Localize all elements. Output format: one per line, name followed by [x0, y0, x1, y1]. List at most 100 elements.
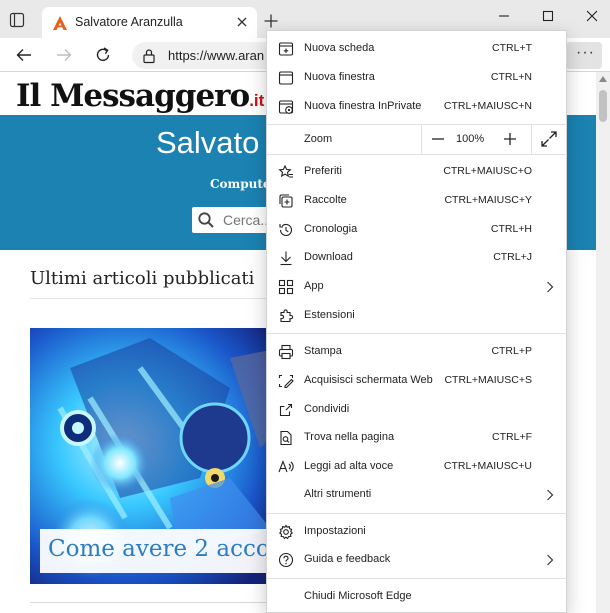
menu-separator — [267, 513, 567, 514]
menu-separator — [267, 154, 567, 155]
search-placeholder: Cerca... — [223, 212, 273, 228]
new-window-icon — [278, 70, 294, 86]
lock-icon[interactable] — [142, 48, 156, 64]
menu-item-print[interactable]: Stampa CTRL+P — [267, 338, 567, 366]
page-scrollbar[interactable] — [596, 72, 610, 613]
menu-item-shortcut: CTRL+F — [492, 431, 532, 443]
menu-item-web-capture[interactable]: Acquisisci schermata Web CTRL+MAIUSC+S — [267, 367, 567, 395]
forward-icon[interactable] — [55, 46, 73, 64]
menu-item-shortcut: CTRL+J — [493, 251, 532, 263]
zoom-in-button[interactable] — [495, 124, 525, 154]
article-title[interactable]: Come avere 2 acco — [48, 536, 270, 562]
menu-item-help-and-feedback[interactable]: Guida e feedback — [267, 546, 567, 574]
logo-text: Il Messaggero — [16, 78, 250, 114]
inprivate-icon — [278, 99, 294, 115]
settings-icon — [278, 524, 294, 540]
new-tab-icon — [278, 41, 294, 57]
menu-item-history[interactable]: Cronologia CTRL+H — [267, 216, 567, 244]
menu-separator — [267, 578, 567, 579]
menu-item-shortcut: CTRL+MAIUSC+O — [443, 165, 532, 177]
menu-item-extensions[interactable]: Estensioni — [267, 302, 567, 330]
heading-divider — [30, 298, 290, 299]
fullscreen-icon[interactable] — [534, 124, 564, 154]
menu-item-label: Chiudi Microsoft Edge — [304, 590, 412, 602]
tab-title: Salvatore Aranzulla — [75, 15, 183, 29]
menu-item-close-edge[interactable]: Chiudi Microsoft Edge — [267, 583, 567, 611]
chevron-right-icon — [546, 554, 554, 566]
site-title[interactable]: Salvato — [156, 125, 259, 161]
menu-item-label: Guida e feedback — [304, 553, 391, 565]
menu-item-label: Trova nella pagina — [304, 431, 395, 443]
zoom-level: 100% — [456, 133, 485, 145]
extensions-icon — [278, 308, 294, 324]
search-icon — [197, 211, 215, 229]
menu-item-new-inprivate-window[interactable]: Nuova finestra InPrivate CTRL+MAIUSC+N — [267, 93, 567, 121]
menu-item-read-aloud[interactable]: Leggi ad alta voce CTRL+MAIUSC+U — [267, 453, 567, 481]
web-capture-icon — [278, 373, 294, 389]
menu-item-shortcut: CTRL+MAIUSC+Y — [444, 194, 532, 206]
history-icon — [278, 222, 294, 238]
menu-item-label: Impostazioni — [304, 525, 366, 537]
settings-and-more-button[interactable]: ··· — [566, 42, 602, 69]
download-icon — [278, 250, 294, 266]
menu-item-shortcut: CTRL+T — [492, 42, 532, 54]
menu-item-favorites[interactable]: Preferiti CTRL+MAIUSC+O — [267, 158, 567, 186]
menu-item-shortcut: CTRL+MAIUSC+N — [443, 100, 532, 112]
menu-item-label: Stampa — [304, 345, 342, 357]
scrollbar-thumb[interactable] — [599, 90, 607, 122]
menu-item-label: Nuova scheda — [304, 42, 375, 54]
apps-icon — [278, 279, 294, 295]
scroll-up-icon[interactable] — [599, 76, 607, 82]
close-tab-icon[interactable] — [235, 15, 249, 29]
menu-item-new-window[interactable]: Nuova finestra CTRL+N — [267, 64, 567, 92]
menu-item-label: Leggi ad alta voce — [304, 460, 394, 472]
refresh-icon[interactable] — [94, 46, 112, 64]
zoom-divider — [421, 124, 422, 154]
menu-item-find-in-page[interactable]: Trova nella pagina CTRL+F — [267, 424, 567, 452]
menu-separator — [267, 333, 567, 334]
collections-icon — [278, 193, 294, 209]
menu-item-label: Raccolte — [304, 194, 347, 206]
menu-item-label: Condividi — [304, 403, 350, 415]
menu-item-label: App — [304, 280, 324, 292]
zoom-divider — [531, 124, 532, 154]
article-divider — [30, 602, 290, 603]
read-aloud-icon — [278, 459, 294, 475]
menu-item-label: Estensioni — [304, 309, 355, 321]
help-icon — [278, 552, 294, 568]
zoom-out-button[interactable] — [423, 124, 453, 154]
minimize-icon[interactable] — [496, 8, 512, 24]
logo-suffix: .it — [249, 91, 265, 110]
menu-item-shortcut: CTRL+H — [490, 223, 532, 235]
menu-item-shortcut: CTRL+MAIUSC+U — [443, 460, 532, 472]
menu-item-label: Download — [304, 251, 353, 263]
favorites-icon — [278, 164, 294, 180]
tab-actions-icon[interactable] — [9, 12, 25, 28]
menu-item-more-tools[interactable]: Altri strumenti — [267, 481, 567, 509]
menu-item-label: Nuova finestra — [304, 71, 375, 83]
maximize-icon[interactable] — [540, 8, 556, 24]
menu-item-apps[interactable]: App — [267, 273, 567, 301]
menu-item-label: Altri strumenti — [304, 488, 372, 500]
close-window-icon[interactable] — [584, 8, 600, 24]
menu-item-shortcut: CTRL+MAIUSC+S — [444, 374, 532, 386]
browser-tab[interactable]: Salvatore Aranzulla — [42, 7, 257, 38]
share-icon — [278, 402, 294, 418]
menu-item-label: Nuova finestra InPrivate — [304, 100, 422, 112]
menu-item-shortcut: CTRL+P — [491, 345, 532, 357]
menu-item-share[interactable]: Condividi — [267, 396, 567, 424]
section-heading: Ultimi articoli pubblicati — [30, 268, 255, 289]
menu-item-collections[interactable]: Raccolte CTRL+MAIUSC+Y — [267, 187, 567, 215]
menu-item-label: Acquisisci schermata Web — [304, 374, 433, 386]
menu-item-new-tab[interactable]: Nuova scheda CTRL+T — [267, 35, 567, 63]
zoom-label: Zoom — [304, 133, 333, 145]
menu-item-shortcut: CTRL+N — [490, 71, 532, 83]
zoom-row: Zoom 100% — [267, 124, 567, 154]
site-favicon-icon — [52, 15, 68, 31]
menu-item-settings[interactable]: Impostazioni — [267, 518, 567, 546]
new-tab-icon[interactable] — [263, 13, 279, 29]
menu-item-downloads[interactable]: Download CTRL+J — [267, 244, 567, 272]
article-title-box[interactable]: Come avere 2 acco — [40, 529, 300, 573]
site-logo[interactable]: Il Messaggero.it — [16, 78, 264, 114]
back-icon[interactable] — [15, 46, 33, 64]
